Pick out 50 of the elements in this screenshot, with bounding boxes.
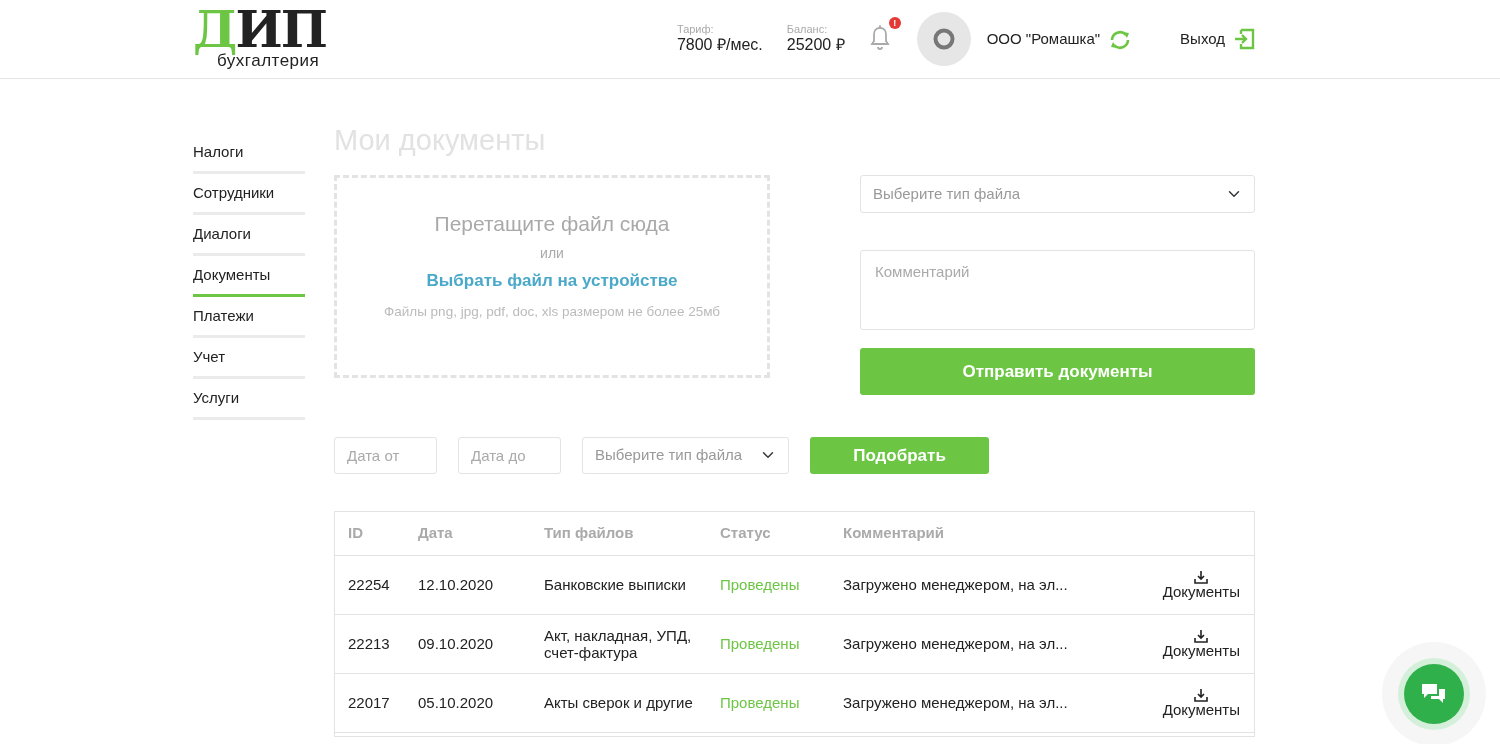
stat-label: Тариф: (676, 23, 715, 35)
status-text: Проведены (720, 576, 801, 594)
column-header: Тип файлов (544, 523, 635, 544)
table-cell-text: Загружено менеджером, на эл... (843, 576, 1069, 594)
notification-badge: ! (888, 17, 901, 29)
chat-icon (1421, 683, 1447, 705)
status-text: Проведены (720, 635, 801, 653)
sidebar-item[interactable]: Услуги (193, 379, 305, 420)
sidebar-item[interactable]: Документы (193, 256, 305, 297)
date-to-field[interactable]: Дата до (458, 436, 561, 474)
status-text: Проведены (720, 694, 801, 712)
logout-icon (1233, 28, 1255, 50)
table-cell-text: 09.10.2020 (418, 635, 495, 653)
sidebar-item[interactable]: Платежи (193, 297, 305, 338)
table-cell-text: 22254 (347, 576, 391, 594)
sidebar-item[interactable]: Сотрудники (193, 174, 305, 215)
column-header: Комментарий (843, 523, 945, 544)
stat-value: 7800 ₽/мес. (676, 35, 763, 55)
file-hint: Файлы png, jpg, pdf, doc, xls размером не более 25мб (383, 302, 720, 321)
table-cell-text: Акт, накладная, УПД, счет-фактура (544, 626, 693, 661)
column-header: Статус (720, 523, 772, 544)
company-name: ООО "Ромашка" (986, 28, 1101, 49)
sidebar-item[interactable]: Учет (193, 338, 305, 379)
table-cell-text: 22213 (347, 635, 391, 653)
or-text: или (540, 244, 564, 264)
download-icon (1194, 628, 1209, 643)
drop-text: Перетащите файл сюда (434, 210, 670, 237)
comment-field[interactable]: Комментарий (860, 249, 1255, 330)
sidebar-item[interactable]: Налоги (193, 133, 305, 174)
download-link[interactable]: Документы (1162, 687, 1240, 718)
stat-label: Баланс: (786, 23, 829, 35)
download-icon (1194, 687, 1209, 702)
stat-value: 25200 ₽ (786, 35, 845, 55)
table-cell-text: Загружено менеджером, на эл... (843, 694, 1069, 712)
ring-icon (932, 28, 955, 50)
table-cell-text: Акты сверок и другие (544, 694, 694, 712)
table-cell-text: 12.10.2020 (418, 576, 495, 594)
table-cell-text: Банковские выписки (544, 576, 687, 594)
download-icon (1194, 569, 1209, 584)
table-cell-text: Загружено менеджером, на эл... (843, 635, 1069, 653)
table-cell-text: 22017 (347, 694, 391, 712)
logout-link[interactable]: Выход (1180, 27, 1255, 51)
sidebar-item[interactable]: Диалоги (193, 215, 305, 256)
date-from-field[interactable]: Дата от (334, 436, 437, 474)
column-header: ID (347, 523, 364, 544)
download-link[interactable]: Документы (1162, 628, 1240, 659)
bell-icon[interactable] (868, 25, 891, 51)
column-header: Дата (418, 523, 454, 544)
table-cell-text: 05.10.2020 (418, 694, 495, 712)
download-link[interactable]: Документы (1162, 569, 1240, 600)
